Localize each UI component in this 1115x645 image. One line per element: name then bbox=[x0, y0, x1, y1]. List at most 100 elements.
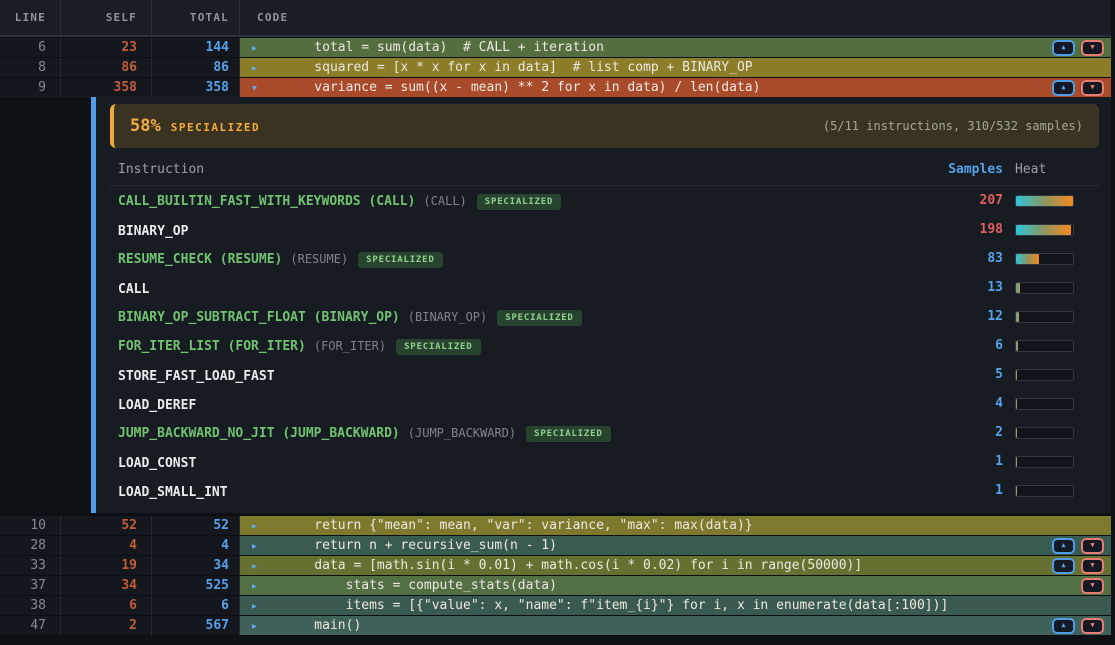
code-cell[interactable]: ▶ total = sum(data) # CALL + iteration ▲… bbox=[240, 38, 1111, 57]
move-down-button[interactable]: ▼ bbox=[1081, 558, 1104, 574]
code-cell[interactable]: ▶ main() ▲ ▼ bbox=[240, 616, 1111, 635]
code-cell[interactable]: ▼ variance = sum((x - mean) ** 2 for x i… bbox=[240, 78, 1111, 97]
move-up-button[interactable]: ▲ bbox=[1052, 538, 1075, 554]
expand-arrow-icon[interactable]: ▶ bbox=[252, 541, 257, 550]
samples-value: 1 bbox=[893, 454, 1003, 469]
line-number: 10 bbox=[0, 516, 61, 535]
move-down-button[interactable]: ▼ bbox=[1081, 618, 1104, 634]
heat-bar bbox=[1003, 253, 1099, 265]
specialized-percent: 58% bbox=[130, 116, 161, 136]
column-header-line: LINE bbox=[0, 0, 61, 35]
samples-value: 12 bbox=[893, 309, 1003, 324]
instruction-row: BINARY_OP_SUBTRACT_FLOAT (BINARY_OP)(BIN… bbox=[110, 302, 1099, 331]
column-header-instruction: Instruction bbox=[118, 162, 893, 177]
move-up-button[interactable]: ▲ bbox=[1052, 618, 1075, 634]
down-triangle-icon: ▼ bbox=[1090, 582, 1094, 589]
panel-content: 58% SPECIALIZED (5/11 instructions, 310/… bbox=[96, 97, 1111, 513]
samples-value: 4 bbox=[893, 396, 1003, 411]
self-samples: 4 bbox=[61, 536, 152, 555]
specialized-badge: SPECIALIZED bbox=[526, 426, 610, 442]
instruction-row: LOAD_SMALL_INT 1 bbox=[110, 476, 1099, 505]
expand-arrow-icon[interactable]: ▶ bbox=[252, 43, 257, 52]
move-down-button[interactable]: ▼ bbox=[1081, 40, 1104, 56]
code-cell[interactable]: ▶ stats = compute_stats(data) ▲ ▼ bbox=[240, 576, 1111, 595]
instruction-name: CALL bbox=[118, 282, 149, 297]
expand-arrow-icon[interactable]: ▶ bbox=[252, 561, 257, 570]
code-row-line-9: 9 358 358 ▼ variance = sum((x - mean) **… bbox=[0, 77, 1111, 97]
code-text: items = [{"value": x, "name": f"item_{i}… bbox=[283, 598, 948, 613]
self-samples: 6 bbox=[61, 596, 152, 615]
up-triangle-icon: ▲ bbox=[1061, 542, 1065, 549]
samples-value: 5 bbox=[893, 367, 1003, 382]
code-row-line-47: 47 2 567 ▶ main() ▲ ▼ bbox=[0, 615, 1111, 635]
code-cell[interactable]: ▶ return n + recursive_sum(n - 1) ▲ ▼ bbox=[240, 536, 1111, 555]
base-opcode: (BINARY_OP) bbox=[408, 310, 487, 324]
code-cell[interactable]: ▶ squared = [x * x for x in data] # list… bbox=[240, 58, 1111, 77]
code-row-line-33: 33 19 34 ▶ data = [math.sin(i * 0.01) + … bbox=[0, 555, 1111, 575]
specialized-badge: SPECIALIZED bbox=[358, 252, 442, 268]
self-samples: 34 bbox=[61, 576, 152, 595]
line-number: 6 bbox=[0, 38, 61, 57]
expand-arrow-icon[interactable]: ▶ bbox=[252, 621, 257, 630]
column-header-heat: Heat bbox=[1003, 162, 1099, 177]
heat-bar bbox=[1003, 311, 1099, 323]
self-samples: 19 bbox=[61, 556, 152, 575]
heat-bar bbox=[1003, 195, 1099, 207]
code-text: return n + recursive_sum(n - 1) bbox=[283, 538, 557, 553]
move-up-button[interactable]: ▲ bbox=[1052, 558, 1075, 574]
column-header-total: TOTAL bbox=[152, 0, 240, 35]
expand-arrow-icon[interactable]: ▶ bbox=[252, 63, 257, 72]
instruction-name: FOR_ITER_LIST (FOR_ITER) bbox=[118, 339, 306, 354]
instruction-name: CALL_BUILTIN_FAST_WITH_KEYWORDS (CALL) bbox=[118, 194, 415, 209]
expand-arrow-icon[interactable]: ▶ bbox=[252, 581, 257, 590]
move-up-button[interactable]: ▲ bbox=[1052, 80, 1075, 96]
expand-arrow-icon[interactable]: ▶ bbox=[252, 601, 257, 610]
down-triangle-icon: ▼ bbox=[1090, 542, 1094, 549]
move-down-button[interactable]: ▼ bbox=[1081, 578, 1104, 594]
line-number: 38 bbox=[0, 596, 61, 615]
instruction-row: LOAD_DEREF 4 bbox=[110, 389, 1099, 418]
line-number: 47 bbox=[0, 616, 61, 635]
total-samples: 52 bbox=[152, 516, 240, 535]
heat-bar bbox=[1003, 398, 1099, 410]
instruction-name: LOAD_SMALL_INT bbox=[118, 485, 228, 500]
heat-bar bbox=[1003, 224, 1099, 236]
column-header-samples: Samples bbox=[893, 162, 1003, 177]
table-header: LINE SELF TOTAL CODE bbox=[0, 0, 1111, 37]
code-rows-bottom: 10 52 52 ▶ return {"mean": mean, "var": … bbox=[0, 515, 1111, 635]
expand-arrow-icon[interactable]: ▶ bbox=[252, 521, 257, 530]
code-cell[interactable]: ▶ data = [math.sin(i * 0.01) + math.cos(… bbox=[240, 556, 1111, 575]
total-samples: 567 bbox=[152, 616, 240, 635]
code-cell[interactable]: ▶ items = [{"value": x, "name": f"item_{… bbox=[240, 596, 1111, 615]
self-samples: 52 bbox=[61, 516, 152, 535]
self-samples: 358 bbox=[61, 78, 152, 97]
heat-bar bbox=[1003, 282, 1099, 294]
heat-bar bbox=[1003, 369, 1099, 381]
instruction-name: STORE_FAST_LOAD_FAST bbox=[118, 369, 275, 384]
code-text: return {"mean": mean, "var": variance, "… bbox=[283, 518, 753, 533]
move-up-button[interactable]: ▲ bbox=[1052, 40, 1075, 56]
instruction-row: STORE_FAST_LOAD_FAST 5 bbox=[110, 360, 1099, 389]
up-triangle-icon: ▲ bbox=[1061, 562, 1065, 569]
code-row-line-8: 8 86 86 ▶ squared = [x * x for x in data… bbox=[0, 57, 1111, 77]
down-triangle-icon: ▼ bbox=[1090, 622, 1094, 629]
move-down-button[interactable]: ▼ bbox=[1081, 538, 1104, 554]
heat-bar bbox=[1003, 456, 1099, 468]
instruction-table-header: Instruction Samples Heat bbox=[110, 156, 1099, 186]
code-row-line-38: 38 6 6 ▶ items = [{"value": x, "name": f… bbox=[0, 595, 1111, 615]
self-samples: 23 bbox=[61, 38, 152, 57]
specialized-label: SPECIALIZED bbox=[171, 121, 260, 134]
code-text: squared = [x * x for x in data] # list c… bbox=[283, 60, 753, 75]
code-row-line-28: 28 4 4 ▶ return n + recursive_sum(n - 1)… bbox=[0, 535, 1111, 555]
code-cell[interactable]: ▶ return {"mean": mean, "var": variance,… bbox=[240, 516, 1111, 535]
instruction-name: LOAD_DEREF bbox=[118, 398, 196, 413]
samples-value: 198 bbox=[893, 222, 1003, 237]
heat-bar bbox=[1003, 340, 1099, 352]
instruction-row: CALL_BUILTIN_FAST_WITH_KEYWORDS (CALL)(C… bbox=[110, 186, 1099, 215]
total-samples: 525 bbox=[152, 576, 240, 595]
line-number: 9 bbox=[0, 78, 61, 97]
code-text: total = sum(data) # CALL + iteration bbox=[283, 40, 604, 55]
move-down-button[interactable]: ▼ bbox=[1081, 80, 1104, 96]
collapse-arrow-icon[interactable]: ▼ bbox=[252, 83, 257, 92]
code-text: variance = sum((x - mean) ** 2 for x in … bbox=[283, 80, 760, 95]
